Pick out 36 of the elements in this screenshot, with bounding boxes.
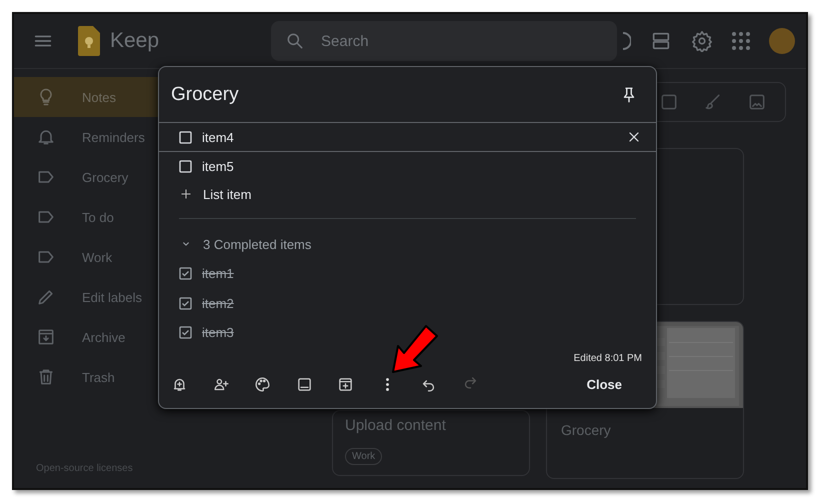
list-item-row[interactable]: item5 bbox=[159, 152, 656, 180]
item-text[interactable]: item4 bbox=[202, 130, 234, 144]
note-card[interactable]: Upload content Work bbox=[332, 410, 530, 476]
label-chip[interactable]: Work bbox=[345, 448, 382, 465]
search-field[interactable]: Search bbox=[319, 32, 604, 50]
edited-time: Edited 8:01 PM bbox=[574, 353, 642, 364]
checked-checkbox[interactable] bbox=[179, 326, 192, 340]
item-text[interactable]: item5 bbox=[202, 158, 234, 174]
sidebar-item[interactable]: Trash bbox=[14, 357, 284, 397]
image-icon[interactable] bbox=[296, 376, 312, 392]
archive-icon[interactable] bbox=[337, 376, 354, 392]
note-title: Grocery bbox=[171, 84, 239, 106]
item-text[interactable]: item2 bbox=[202, 296, 234, 311]
logo-icon[interactable] bbox=[78, 26, 100, 56]
settings-icon[interactable] bbox=[691, 30, 714, 52]
avatar[interactable] bbox=[769, 28, 796, 54]
apps-grid-icon[interactable] bbox=[732, 32, 750, 50]
checkbox[interactable] bbox=[179, 160, 192, 172]
checkbox[interactable] bbox=[179, 130, 192, 144]
search-bar[interactable]: Search bbox=[271, 21, 618, 61]
checkbox-icon[interactable] bbox=[659, 92, 679, 112]
checked-checkbox[interactable] bbox=[179, 296, 192, 310]
add-list-item-link[interactable]: List item bbox=[203, 186, 252, 202]
close-button[interactable]: Close bbox=[564, 370, 644, 398]
note-title: Upload content bbox=[345, 417, 447, 434]
plus-icon[interactable] bbox=[179, 187, 193, 201]
list-item-row[interactable]: item4 bbox=[159, 122, 656, 152]
search-icon[interactable] bbox=[285, 31, 306, 51]
palette-icon[interactable] bbox=[254, 376, 271, 392]
app-name: Keep bbox=[110, 29, 160, 53]
item-text[interactable]: item3 bbox=[202, 325, 234, 340]
completed-toggle[interactable]: 3 Completed items bbox=[159, 229, 656, 259]
note-title: Grocery bbox=[560, 421, 612, 440]
item-text[interactable]: item1 bbox=[202, 266, 234, 282]
arrow-icon bbox=[391, 324, 439, 374]
checked-checkbox[interactable] bbox=[179, 267, 192, 280]
